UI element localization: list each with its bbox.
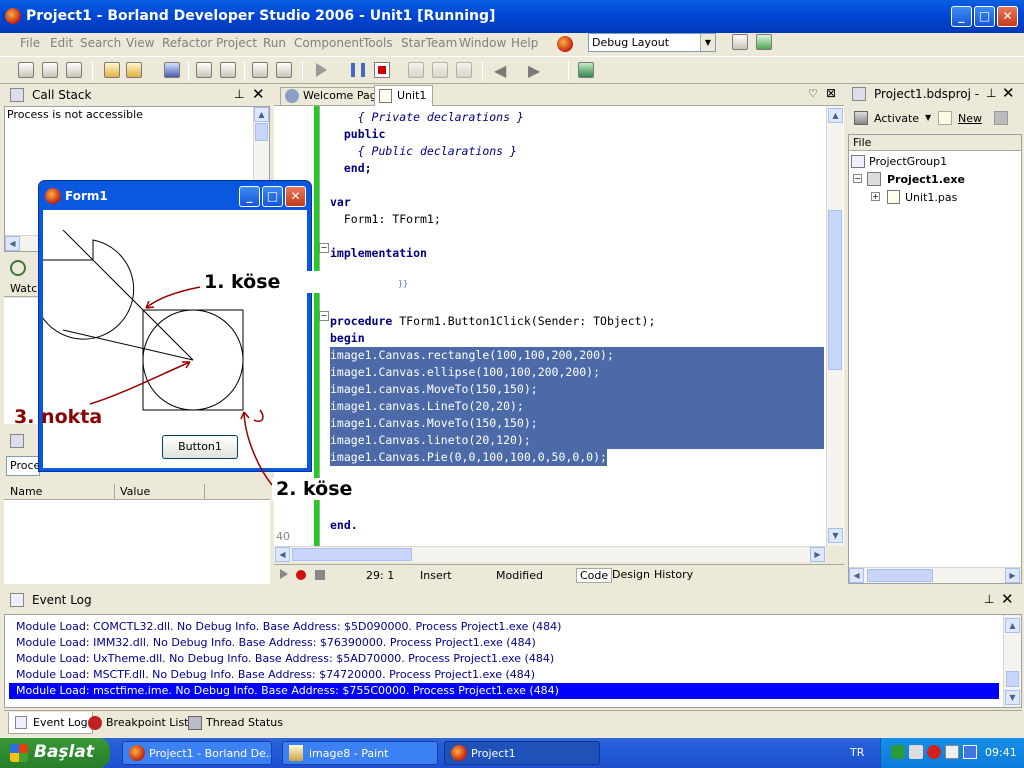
log-entry[interactable]: Module Load: UxTheme.dll. No Debug Info.… bbox=[16, 651, 554, 667]
tab-breakpoint-list[interactable]: Breakpoint List bbox=[88, 716, 189, 730]
paint-icon bbox=[289, 745, 303, 761]
pin-icon[interactable]: ⊥ bbox=[984, 592, 994, 606]
start-button[interactable]: Başlat bbox=[0, 738, 110, 768]
tab-thread-status[interactable]: Thread Status bbox=[188, 716, 284, 730]
event-log-header: Event Log ⊥ ✕ bbox=[4, 590, 1022, 612]
tab-thread-label: Thread Status bbox=[206, 716, 284, 729]
taskbar-item-project1-label: Project1 bbox=[471, 747, 516, 760]
tray-network-icon[interactable] bbox=[891, 745, 905, 759]
taskbar-item-project1[interactable]: Project1 bbox=[444, 741, 600, 765]
bds-icon bbox=[129, 745, 145, 761]
tab-event-log-label: Event Log bbox=[33, 716, 88, 729]
taskbar-item-bds[interactable]: Project1 - Borland De... bbox=[122, 741, 272, 765]
system-tray: 09:41 bbox=[880, 738, 1024, 768]
breakpoint-icon bbox=[88, 716, 102, 730]
event-log-icon bbox=[15, 716, 27, 729]
close-icon[interactable]: ✕ bbox=[1001, 590, 1014, 608]
event-log-vscroll[interactable]: ▲ ▼ bbox=[1003, 615, 1021, 707]
event-log-list[interactable]: Module Load: COMCTL32.dll. No Debug Info… bbox=[4, 614, 1022, 708]
taskbar-item-paint-label: image8 - Paint bbox=[309, 747, 389, 760]
taskbar: Başlat Project1 - Borland De... image8 -… bbox=[0, 738, 1024, 768]
bottom-tab-strip: Event Log Breakpoint List Thread Status bbox=[4, 710, 1022, 734]
language-indicator[interactable]: TR bbox=[850, 746, 864, 759]
tray-display-icon[interactable] bbox=[963, 745, 977, 759]
tray-antivirus-icon[interactable] bbox=[927, 745, 941, 759]
log-entry[interactable]: Module Load: COMCTL32.dll. No Debug Info… bbox=[16, 619, 561, 635]
project1-icon bbox=[451, 745, 467, 761]
tab-breakpoint-label: Breakpoint List bbox=[106, 716, 189, 729]
start-label: Başlat bbox=[34, 742, 94, 762]
annotation-point3: 3. nokta bbox=[14, 406, 103, 428]
log-entry[interactable]: Module Load: MSCTF.dll. No Debug Info. B… bbox=[16, 667, 535, 683]
tab-event-log[interactable]: Event Log bbox=[8, 712, 93, 734]
volume-icon[interactable] bbox=[909, 745, 923, 759]
clock[interactable]: 09:41 bbox=[985, 746, 1017, 759]
log-entry[interactable]: Module Load: IMM32.dll. No Debug Info. B… bbox=[16, 635, 536, 651]
windows-logo-icon bbox=[10, 744, 28, 762]
tray-app-icon[interactable] bbox=[945, 745, 959, 759]
event-log-icon bbox=[10, 593, 24, 607]
taskbar-item-paint[interactable]: image8 - Paint bbox=[282, 741, 438, 765]
annotation-corner2: 2. köse bbox=[272, 478, 357, 500]
thread-icon bbox=[188, 716, 202, 730]
log-entry[interactable]: Module Load: msctfime.ime. No Debug Info… bbox=[9, 683, 999, 699]
annotation-corner1: 1. köse bbox=[200, 271, 341, 293]
taskbar-item-bds-label: Project1 - Borland De... bbox=[149, 747, 272, 760]
event-log-title: Event Log bbox=[32, 593, 92, 607]
